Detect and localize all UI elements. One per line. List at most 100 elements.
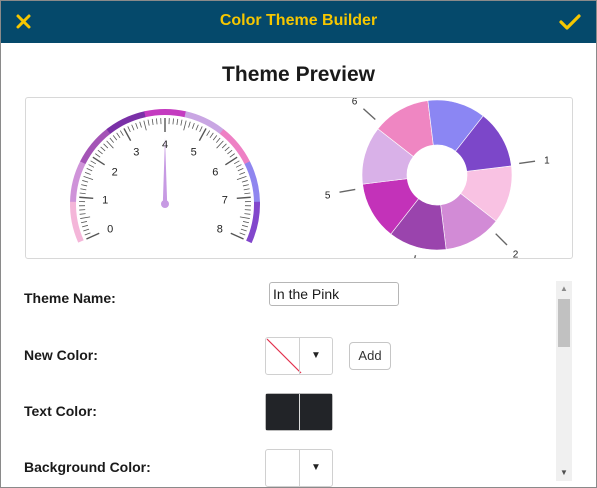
gauge-tick — [131, 124, 135, 131]
new-color-picker[interactable]: ▼ — [265, 337, 333, 375]
gauge-tick — [83, 228, 90, 232]
gauge-tick — [84, 232, 91, 236]
gauge-tick — [236, 175, 247, 180]
donut-leader-line — [519, 160, 536, 165]
gauge-tick — [180, 119, 183, 126]
gauge-tick — [188, 121, 191, 128]
scroll-thumb[interactable] — [558, 299, 570, 347]
preview-canvas: 012345678 1256 — [70, 80, 550, 271]
gauge-tick — [119, 130, 124, 136]
text-color-swatch — [266, 394, 302, 430]
gauge-tick — [80, 188, 87, 191]
preview-heading: Theme Preview — [222, 63, 375, 86]
gauge-tick-label: 5 — [191, 146, 197, 158]
gauge-tick — [172, 118, 174, 125]
donut-leader-line — [495, 233, 508, 246]
gauge-tick — [79, 213, 86, 215]
gauge-tick — [195, 124, 199, 131]
theme-form: Theme Name: New Color: ▼ Add Text Color:… — [1, 273, 556, 487]
gauge-tick — [224, 146, 230, 152]
gauge-band-5 — [184, 111, 224, 135]
gauge-tick — [235, 164, 242, 168]
gauge-tick — [156, 118, 158, 125]
gauge-tick — [244, 213, 251, 215]
color-theme-builder-dialog: Color Theme Builder Theme Preview 012345… — [0, 0, 597, 488]
gauge-tick — [135, 123, 139, 129]
gauge-tick — [80, 216, 91, 219]
scroll-up-arrow-icon[interactable]: ▲ — [556, 281, 572, 297]
gauge-tick — [116, 132, 121, 139]
gauge-tick — [106, 140, 114, 149]
window-title: Color Theme Builder — [219, 12, 378, 29]
gauge-tick — [216, 140, 224, 149]
gauge-tick — [236, 196, 251, 200]
theme-name-input[interactable] — [269, 282, 399, 306]
gauge-tick — [100, 146, 106, 152]
gauge-band-2 — [80, 128, 111, 165]
radial-gauge: 012345678 — [70, 109, 260, 244]
gauge-tick — [95, 153, 101, 158]
gauge-tick-label: 1 — [102, 194, 108, 206]
gauge-tick — [80, 221, 88, 224]
gauge-tick — [86, 232, 100, 240]
chevron-down-icon[interactable]: ▼ — [299, 338, 332, 374]
gauge-tick-label: 3 — [133, 146, 139, 158]
gauge-tick — [84, 171, 91, 175]
gauge-band-0 — [70, 201, 84, 243]
gauge-tick — [244, 192, 251, 195]
gauge-tick-label: 8 — [217, 223, 223, 235]
new-color-label: New Color: — [24, 347, 98, 363]
gauge-tick — [79, 192, 86, 195]
gauge-tick — [139, 121, 142, 128]
gauge-tick — [227, 149, 233, 155]
gauge-tick — [229, 153, 235, 158]
gauge-tick — [79, 196, 94, 200]
gauge-tick — [216, 137, 221, 143]
gauge-tick — [239, 216, 250, 219]
chevron-down-icon[interactable]: ▼ — [299, 450, 332, 486]
gauge-tick — [230, 232, 244, 240]
gauge-band-1 — [70, 160, 86, 203]
gauge-tick — [81, 184, 88, 187]
gauge-tick — [239, 171, 246, 175]
gauge-tick — [143, 120, 147, 131]
gauge-tick — [206, 130, 211, 136]
donut-label: 2 — [513, 249, 519, 258]
donut-leader-line — [410, 254, 417, 271]
theme-preview-panel: 012345678 1256 — [25, 80, 573, 271]
scroll-down-arrow-icon[interactable]: ▼ — [556, 465, 572, 481]
donut-chart: 1 2 5 6 — [325, 80, 550, 271]
gauge-tick — [86, 168, 93, 172]
gauge-tick — [112, 135, 118, 141]
gauge-tick-label: 6 — [212, 166, 218, 178]
background-color-label: Background Color: — [24, 459, 151, 475]
gauge-band-8 — [246, 201, 260, 244]
gauge-tick — [209, 132, 214, 139]
gauge-tick — [225, 156, 238, 166]
text-color-label: Text Color: — [24, 403, 97, 419]
gauge-tick — [176, 118, 179, 125]
confirm-button[interactable] — [558, 11, 582, 33]
no-color-icon — [266, 338, 302, 374]
text-color-picker[interactable] — [265, 393, 333, 431]
gauge-tick — [88, 164, 95, 168]
donut-label: 1 — [544, 156, 550, 167]
form-scrollbar[interactable]: ▲ ▼ — [556, 281, 572, 481]
text-color-dropdown[interactable] — [299, 394, 332, 430]
donut-leader-line — [339, 188, 356, 193]
donut-leader-line — [362, 108, 376, 120]
title-bar: Color Theme Builder — [1, 1, 596, 43]
gauge-tick — [109, 137, 114, 143]
gauge-tick — [82, 224, 88, 228]
gauge-tick — [92, 156, 105, 166]
gauge-tick — [83, 175, 94, 180]
background-color-picker[interactable]: ▼ — [265, 449, 333, 487]
gauge-tick — [212, 135, 218, 141]
gauge-tick — [147, 119, 150, 126]
donut-label: 5 — [325, 190, 331, 201]
gauge-tick — [199, 126, 203, 133]
gauge-tick — [243, 188, 250, 191]
donut-label: 6 — [352, 98, 358, 108]
gauge-tick — [97, 149, 103, 155]
add-color-button[interactable]: Add — [349, 342, 391, 370]
